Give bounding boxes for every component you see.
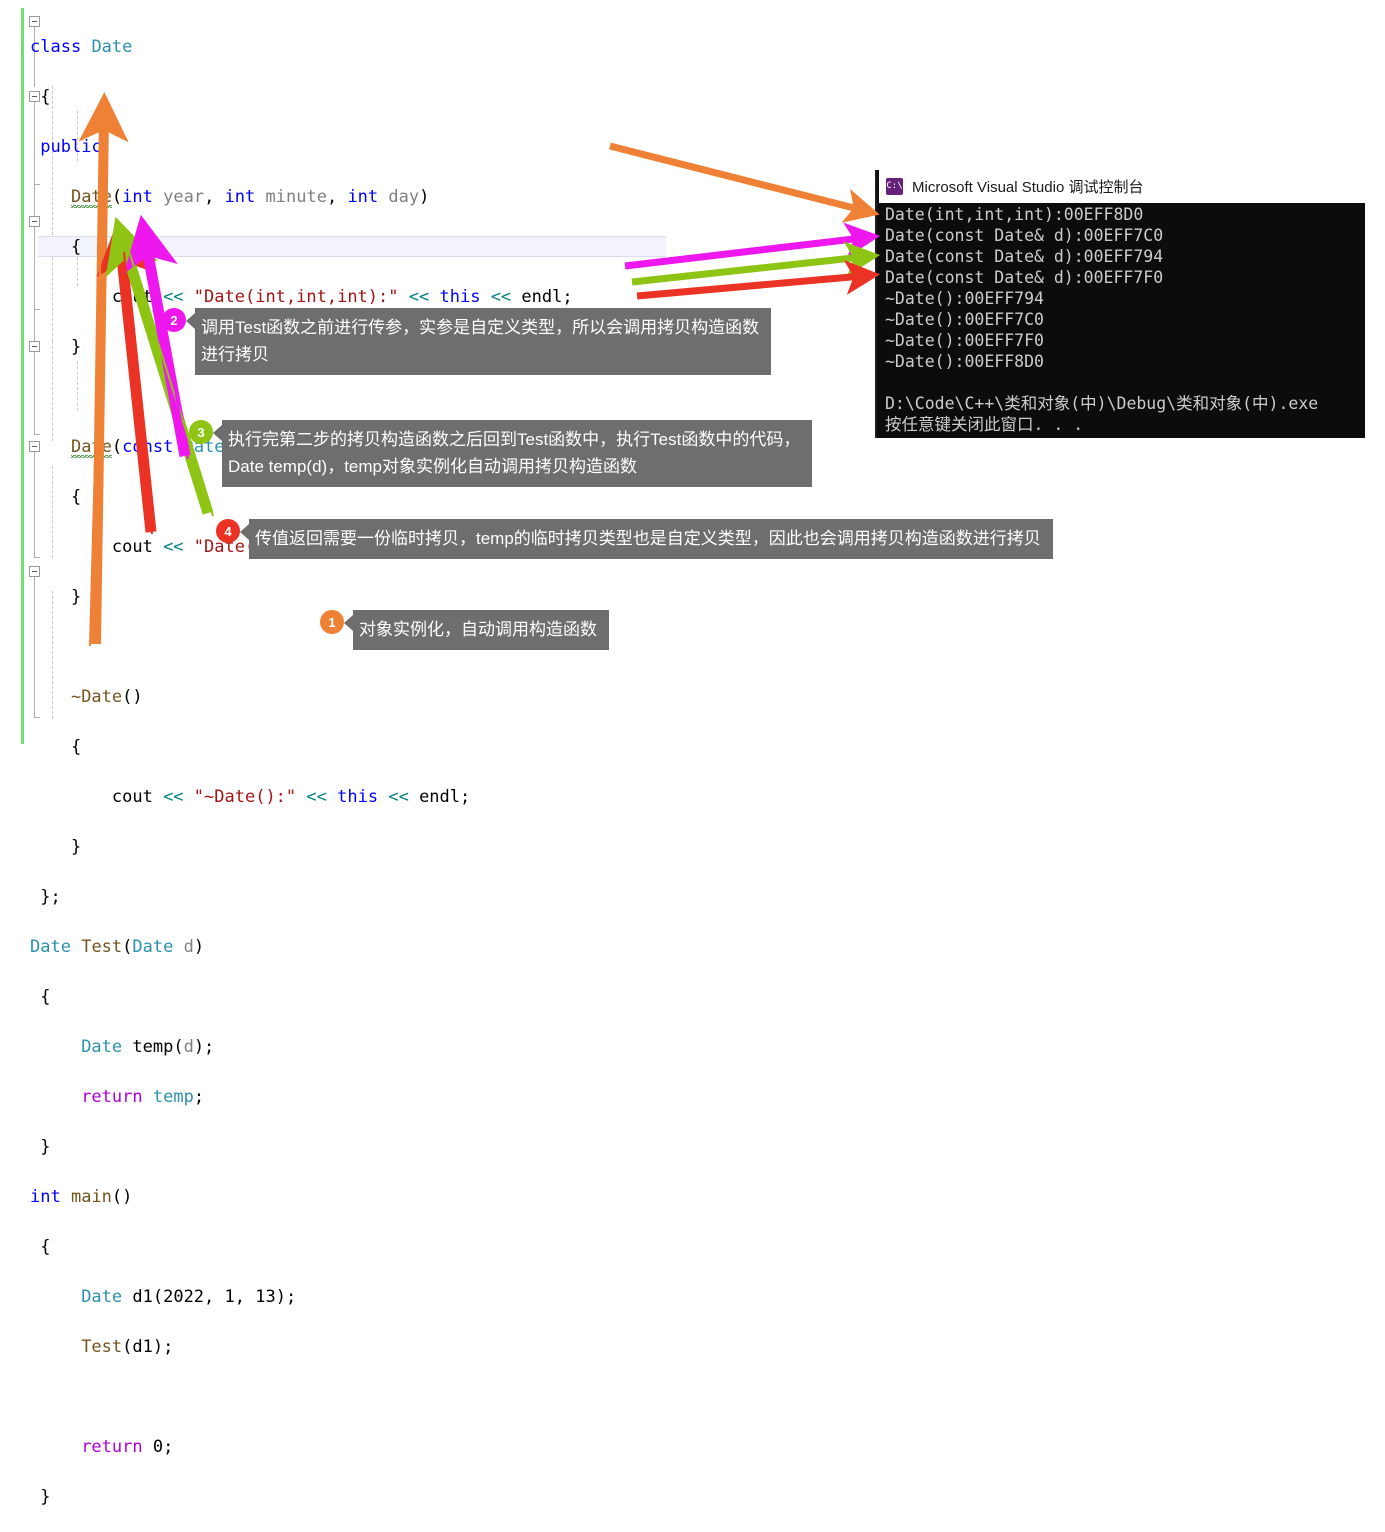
console-title-text: Microsoft Visual Studio 调试控制台 (912, 179, 1144, 196)
callout-badge: 3 (189, 420, 213, 444)
code-line-cout-dtor: cout << "~Date():" << this << endl; (30, 787, 471, 807)
code-line-cout-ctor: cout << "Date(int,int,int):" << this << … (30, 287, 573, 307)
callout-badge: 1 (320, 610, 344, 634)
debug-console-window[interactable]: C:\ Microsoft Visual Studio 调试控制台 Date(i… (875, 170, 1365, 438)
code-line: } (30, 1487, 51, 1507)
callout-line: 执行完第二步的拷贝构造函数之后回到Test函数中，执行Test函数中的代码， (228, 430, 801, 449)
code-line: { (30, 1237, 51, 1257)
code-line-test-call: Test(d1); (81, 1337, 174, 1357)
code-line-temp-decl: Date temp(d); (81, 1037, 215, 1057)
code-line-main-decl: int main() (30, 1187, 133, 1207)
callout-text: 对象实例化，自动调用构造函数 (353, 610, 609, 650)
screenshot-root: class Date { public: Date(int year, int … (0, 0, 1385, 1507)
console-title-bar[interactable]: C:\ Microsoft Visual Studio 调试控制台 (879, 170, 1365, 203)
callout-badge: 4 (216, 519, 240, 543)
callout-1[interactable]: 1 对象实例化，自动调用构造函数 (320, 610, 609, 650)
callout-text: 调用Test函数之前进行传参，实参是自定义类型，所以会调用拷贝构造函数 进行拷贝 (195, 308, 772, 375)
callout-4[interactable]: 4 传值返回需要一份临时拷贝，temp的临时拷贝类型也是自定义类型，因此也会调用… (216, 519, 1053, 559)
change-tracking-bar (21, 8, 24, 744)
code-line-dtor-decl: ~Date() (70, 687, 143, 707)
code-line-return-temp: return temp; (81, 1087, 205, 1107)
callout-line: Date temp(d)，temp对象实例化自动调用拷贝构造函数 (228, 457, 637, 476)
code-line: { (30, 487, 82, 507)
callout-line: 调用Test函数之前进行传参，实参是自定义类型，所以会调用拷贝构造函数 (201, 318, 760, 337)
code-line: class Date (30, 37, 133, 57)
code-line: }; (30, 887, 61, 907)
callout-tail (240, 524, 249, 540)
code-line: { (30, 737, 82, 757)
code-line: { (30, 987, 51, 1007)
code-line-return-zero: return 0; (81, 1437, 174, 1457)
code-line-ctor-decl: Date(int year, int minute, int day) (70, 187, 430, 208)
code-line: } (30, 1137, 51, 1157)
code-line: public: (40, 137, 112, 157)
code-line: } (30, 587, 82, 607)
code-line: { (30, 87, 51, 107)
callout-3[interactable]: 3 执行完第二步的拷贝构造函数之后回到Test函数中，执行Test函数中的代码，… (189, 420, 813, 487)
console-app-icon: C:\ (886, 178, 903, 195)
callout-line: 进行拷贝 (201, 345, 269, 364)
code-line: } (30, 837, 82, 857)
callout-text: 传值返回需要一份临时拷贝，temp的临时拷贝类型也是自定义类型，因此也会调用拷贝… (249, 519, 1053, 559)
callout-line: 对象实例化，自动调用构造函数 (359, 620, 597, 639)
callout-tail (344, 615, 353, 631)
callout-2[interactable]: 2 调用Test函数之前进行传参，实参是自定义类型，所以会调用拷贝构造函数 进行… (162, 308, 772, 375)
code-editor-pane[interactable]: class Date { public: Date(int year, int … (0, 0, 880, 1507)
callout-tail (213, 425, 222, 441)
code-line-d1-decl: Date d1(2022, 1, 13); (81, 1287, 297, 1307)
code-text[interactable]: class Date { public: Date(int year, int … (30, 10, 593, 1532)
callout-line: 传值返回需要一份临时拷贝，temp的临时拷贝类型也是自定义类型，因此也会调用拷贝… (255, 529, 1041, 548)
callout-badge: 2 (162, 308, 186, 332)
code-line-test-decl: Date Test(Date d) (30, 937, 205, 957)
code-line: { (30, 237, 82, 257)
console-output-text: Date(int,int,int):00EFF8D0 Date(const Da… (879, 203, 1365, 438)
callout-tail (186, 313, 195, 329)
callout-text: 执行完第二步的拷贝构造函数之后回到Test函数中，执行Test函数中的代码， D… (222, 420, 813, 487)
